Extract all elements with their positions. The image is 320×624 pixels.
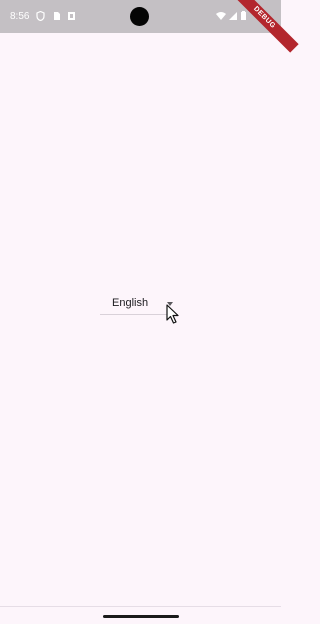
mouse-pointer-icon	[166, 304, 179, 324]
debug-banner: DEBUG	[229, 0, 299, 53]
gesture-nav-handle[interactable]	[103, 615, 179, 618]
shield-icon	[36, 11, 45, 21]
status-bar: 8:56 DEBUG	[0, 0, 299, 53]
wifi-icon	[216, 12, 226, 20]
sim-card-icon	[54, 12, 60, 20]
notification-box-icon	[68, 12, 75, 20]
battery-icon	[241, 11, 246, 20]
status-time: 8:56	[10, 11, 30, 22]
language-dropdown-value: English	[112, 297, 149, 309]
system-status-icons	[216, 11, 246, 20]
bottom-divider	[0, 606, 281, 607]
signal-icon	[229, 12, 237, 20]
front-camera	[130, 7, 149, 26]
